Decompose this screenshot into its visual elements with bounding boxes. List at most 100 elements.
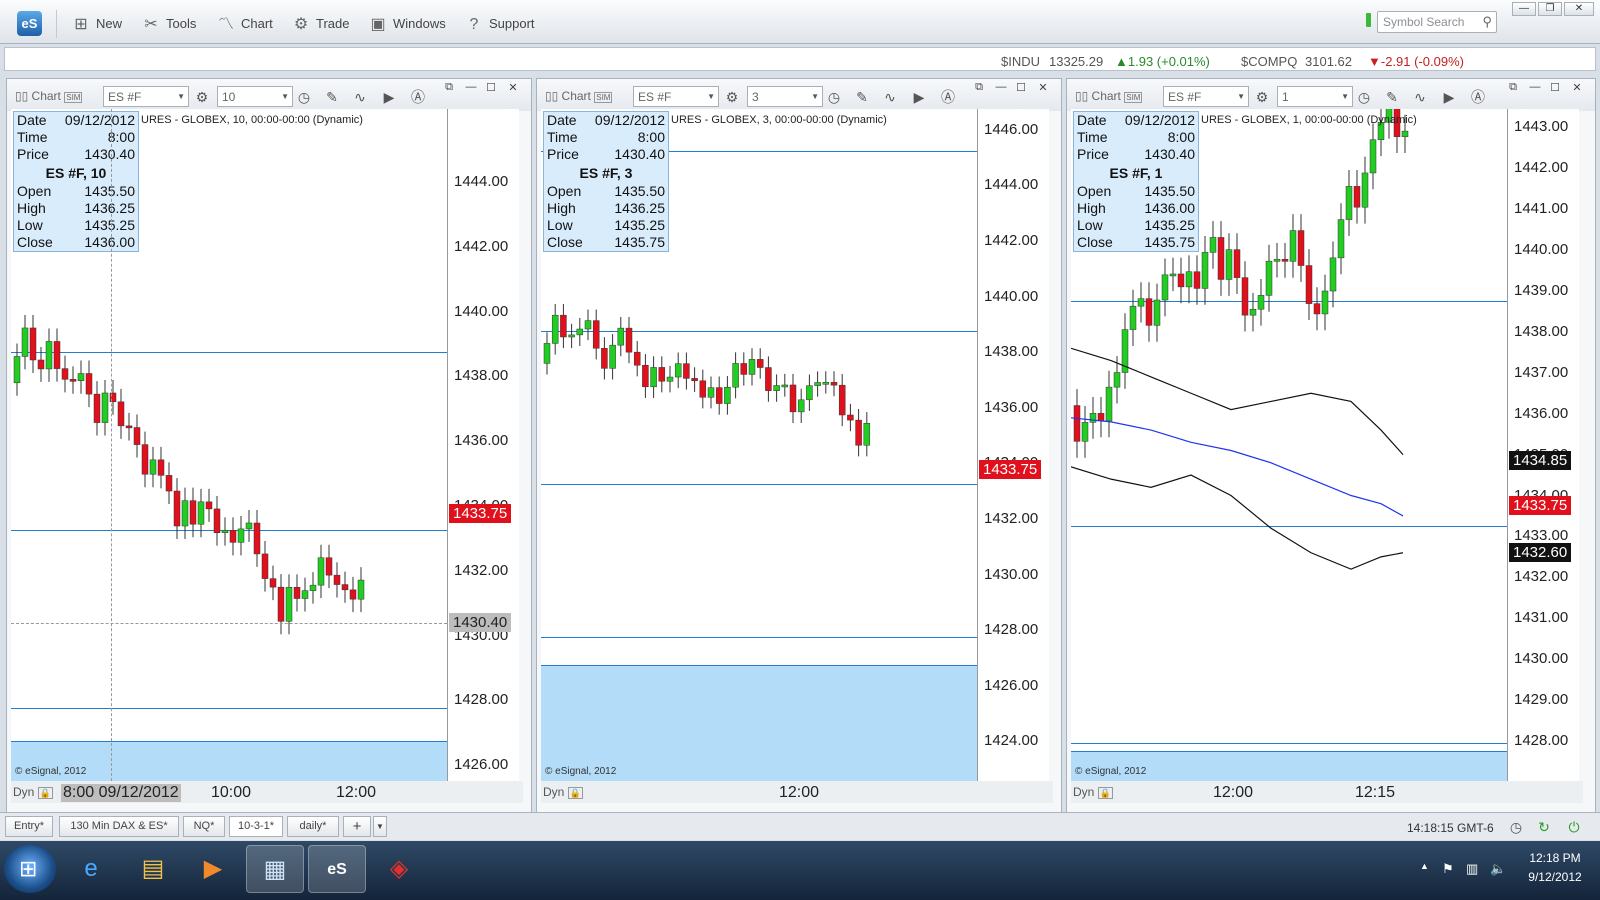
- candle-body[interactable]: [1185, 271, 1193, 288]
- symbol-select[interactable]: ES #F ▼: [633, 86, 719, 107]
- study-icon[interactable]: ∿: [881, 88, 899, 106]
- candle-body[interactable]: [93, 393, 101, 423]
- candle-body[interactable]: [1113, 372, 1121, 388]
- time-axis[interactable]: Dyn 🔒 12:00 12:15: [1071, 781, 1583, 803]
- candle-body[interactable]: [1201, 252, 1209, 289]
- menu-chart-button[interactable]: 〽 Chart: [215, 12, 273, 36]
- media-player-taskbar-icon[interactable]: ▶: [184, 845, 242, 893]
- play-icon[interactable]: ▶: [910, 88, 928, 106]
- clock-icon[interactable]: ◷: [1355, 88, 1373, 106]
- menu-new-button[interactable]: ⊞ New: [70, 12, 122, 36]
- symbol-settings-icon[interactable]: ⚙: [193, 88, 211, 106]
- candle-body[interactable]: [724, 386, 731, 404]
- candle-body[interactable]: [325, 557, 333, 576]
- candle-body[interactable]: [1281, 259, 1289, 262]
- candle-body[interactable]: [141, 444, 149, 475]
- interval-select[interactable]: 1 ▼: [1277, 86, 1353, 107]
- candle-body[interactable]: [349, 589, 357, 600]
- panel-maximize-button[interactable]: ☐: [1547, 81, 1563, 94]
- candle-body[interactable]: [221, 530, 229, 533]
- symbol-settings-icon[interactable]: ⚙: [1253, 88, 1271, 106]
- time-axis[interactable]: Dyn 🔒 12:00: [541, 781, 1053, 803]
- candle-body[interactable]: [1097, 413, 1105, 422]
- draw-pencil-icon[interactable]: ✎: [1383, 88, 1401, 106]
- panel-close-button[interactable]: ✕: [1035, 81, 1051, 94]
- candle-body[interactable]: [21, 327, 29, 357]
- panel-link-icon[interactable]: ⧉: [971, 81, 987, 94]
- candle-body[interactable]: [101, 392, 109, 423]
- panel-maximize-button[interactable]: ☐: [483, 81, 499, 94]
- candle-body[interactable]: [1081, 422, 1089, 442]
- interval-select[interactable]: 10 ▼: [217, 86, 293, 107]
- candle-body[interactable]: [797, 399, 805, 413]
- candle-body[interactable]: [165, 475, 173, 492]
- candle-body[interactable]: [1361, 172, 1369, 208]
- candle-body[interactable]: [1337, 219, 1345, 259]
- add-tab-button[interactable]: +: [343, 816, 371, 837]
- candle-body[interactable]: [633, 351, 641, 366]
- candle-body[interactable]: [1289, 230, 1297, 262]
- alert-icon[interactable]: Ⓐ: [939, 88, 957, 106]
- candle-body[interactable]: [1249, 308, 1257, 316]
- candle-body[interactable]: [277, 586, 285, 622]
- candle-body[interactable]: [617, 327, 625, 346]
- candle-body[interactable]: [863, 422, 871, 446]
- candle-body[interactable]: [293, 587, 301, 599]
- chart-canvas[interactable]: Date 09/12/2012 Time 8:00 Price 1430.40 ES …: [11, 109, 447, 781]
- alert-icon[interactable]: Ⓐ: [1469, 88, 1487, 106]
- explorer-taskbar-icon[interactable]: ▤: [124, 845, 182, 893]
- candle-body[interactable]: [1353, 186, 1361, 208]
- panel-maximize-button[interactable]: ☐: [1013, 81, 1029, 94]
- candle-body[interactable]: [773, 385, 780, 391]
- minimize-button[interactable]: —: [1512, 2, 1536, 16]
- candle-body[interactable]: [1145, 298, 1153, 326]
- clock-icon[interactable]: ◷: [1508, 819, 1524, 835]
- candle-body[interactable]: [1129, 305, 1137, 330]
- power-icon[interactable]: ⏻: [1566, 819, 1582, 835]
- candle-body[interactable]: [642, 364, 649, 388]
- chart-canvas[interactable]: Date 09/12/2012 Time 8:00 Price 1430.40 ES …: [541, 109, 977, 781]
- panel-minimize-button[interactable]: —: [1527, 81, 1543, 93]
- candle-body[interactable]: [1233, 249, 1241, 278]
- app-taskbar-icon[interactable]: ◈: [370, 845, 428, 893]
- candle-body[interactable]: [261, 553, 269, 579]
- candle-body[interactable]: [85, 373, 93, 395]
- candle-body[interactable]: [197, 501, 205, 525]
- panel-close-button[interactable]: ✕: [505, 81, 521, 94]
- tab-10-3-1[interactable]: 10-3-1*: [229, 816, 283, 837]
- study-icon[interactable]: ∿: [351, 88, 369, 106]
- candle-body[interactable]: [173, 490, 181, 527]
- candle-body[interactable]: [847, 414, 854, 421]
- remote-desktop-taskbar-icon[interactable]: ▦: [246, 845, 304, 893]
- candle-body[interactable]: [756, 359, 764, 368]
- start-button[interactable]: ⊞: [4, 845, 56, 893]
- candle-body[interactable]: [1153, 299, 1161, 326]
- refresh-icon[interactable]: ↻: [1536, 819, 1552, 835]
- alert-icon[interactable]: Ⓐ: [409, 88, 427, 106]
- panel-link-icon[interactable]: ⧉: [1505, 81, 1521, 94]
- play-icon[interactable]: ▶: [380, 88, 398, 106]
- search-icon[interactable]: ⚲: [1482, 14, 1492, 30]
- candle-body[interactable]: [806, 385, 813, 401]
- menu-tools-button[interactable]: ✂ Tools: [140, 12, 196, 36]
- candle-body[interactable]: [341, 584, 349, 591]
- candle-body[interactable]: [732, 363, 739, 388]
- clock-icon[interactable]: ◷: [295, 88, 313, 106]
- draw-pencil-icon[interactable]: ✎: [323, 88, 341, 106]
- candle-body[interactable]: [117, 401, 125, 427]
- tab-entry[interactable]: Entry*: [5, 816, 53, 837]
- candle-body[interactable]: [61, 368, 69, 380]
- candle-body[interactable]: [1209, 237, 1217, 253]
- candle-body[interactable]: [13, 356, 21, 384]
- candle-body[interactable]: [77, 373, 85, 382]
- candle-body[interactable]: [1089, 413, 1097, 423]
- candle-body[interactable]: [1177, 273, 1185, 288]
- candle-body[interactable]: [658, 367, 666, 382]
- candle-body[interactable]: [317, 557, 325, 586]
- candle-body[interactable]: [576, 328, 584, 336]
- candle-body[interactable]: [213, 508, 221, 533]
- candle-body[interactable]: [609, 344, 616, 369]
- candle-body[interactable]: [1273, 259, 1281, 262]
- ticker-symbol[interactable]: $COMPQ: [1241, 54, 1297, 69]
- candle-body[interactable]: [1329, 257, 1337, 292]
